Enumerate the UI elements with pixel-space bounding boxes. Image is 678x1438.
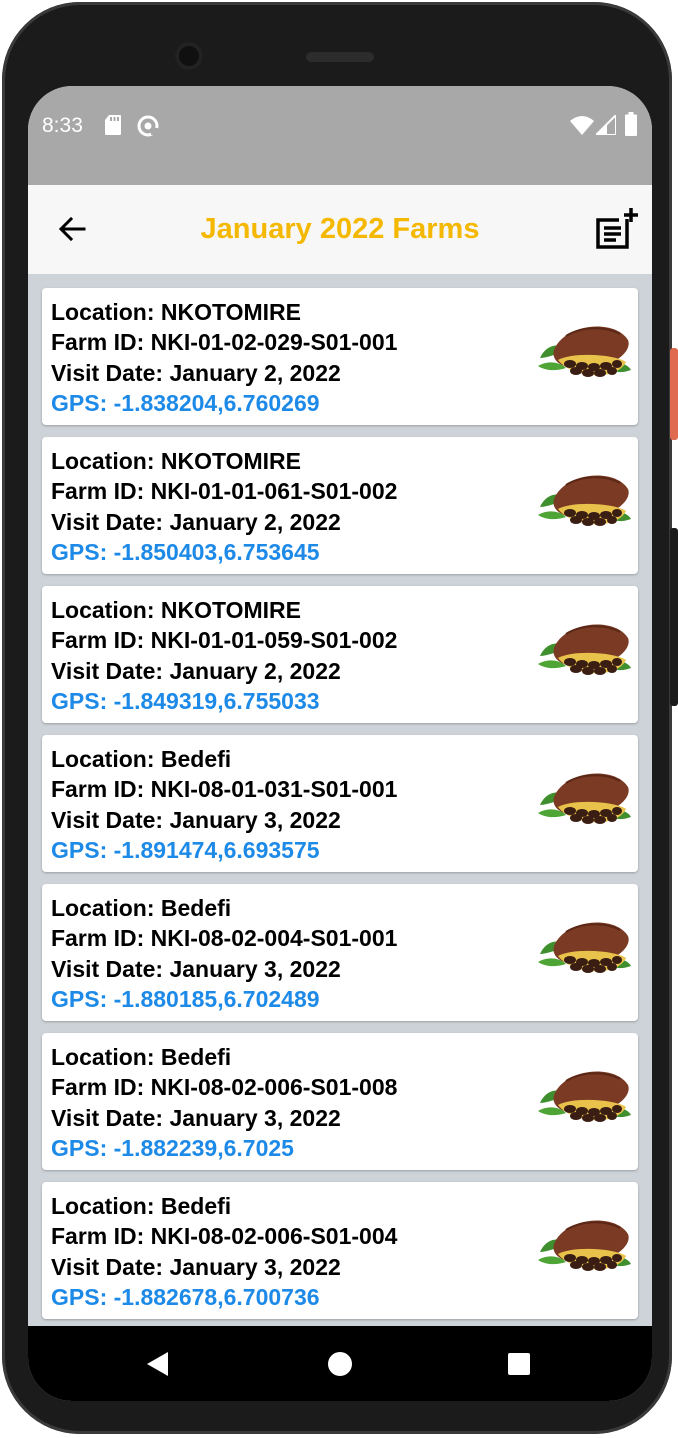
farm-card[interactable]: Location: Bedefi Farm ID: NKI-08-02-006-… bbox=[42, 1182, 638, 1319]
cocoa-pod-icon bbox=[536, 916, 632, 986]
volume-button bbox=[670, 528, 678, 706]
home-circle-icon[interactable] bbox=[310, 1326, 370, 1401]
farm-card[interactable]: Location: NKOTOMIRE Farm ID: NKI-01-01-0… bbox=[42, 437, 638, 574]
cocoa-pod-icon bbox=[536, 618, 632, 688]
page-title: January 2022 Farms bbox=[200, 213, 480, 245]
cocoa-pod-icon bbox=[536, 320, 632, 390]
cocoa-pod-icon bbox=[536, 1065, 632, 1135]
farm-location: Location: Bedefi bbox=[51, 1044, 232, 1070]
farm-visit-date: Visit Date: January 2, 2022 bbox=[51, 508, 341, 535]
farm-location: Location: NKOTOMIRE bbox=[51, 597, 302, 623]
farm-location: Location: NKOTOMIRE bbox=[51, 299, 302, 325]
status-bar: 8:33 bbox=[28, 86, 652, 185]
farm-visit-date: Visit Date: January 3, 2022 bbox=[51, 1253, 341, 1280]
farm-id: Farm ID: NKI-01-01-061-S01-002 bbox=[51, 478, 398, 505]
farm-visit-date: Visit Date: January 3, 2022 bbox=[51, 806, 341, 833]
farm-id: Farm ID: NKI-01-02-029-S01-001 bbox=[51, 329, 398, 356]
farm-visit-date: Visit Date: January 2, 2022 bbox=[51, 359, 341, 386]
farm-card[interactable]: Location: Bedefi Farm ID: NKI-08-01-031-… bbox=[42, 735, 638, 872]
battery-icon bbox=[625, 112, 637, 141]
cocoa-pod-icon bbox=[536, 1214, 632, 1284]
screen: 8:33 January 2022 Farms Location: NKOTOM… bbox=[28, 86, 652, 1401]
farm-id: Farm ID: NKI-08-02-006-S01-008 bbox=[51, 1074, 398, 1101]
farm-id: Farm ID: NKI-08-02-006-S01-004 bbox=[51, 1223, 398, 1250]
status-time: 8:33 bbox=[42, 114, 83, 137]
back-triangle-icon[interactable] bbox=[128, 1326, 188, 1401]
farm-card[interactable]: Location: Bedefi Farm ID: NKI-08-02-004-… bbox=[42, 884, 638, 1021]
farm-card[interactable]: Location: NKOTOMIRE Farm ID: NKI-01-01-0… bbox=[42, 586, 638, 723]
cocoa-pod-icon bbox=[536, 469, 632, 539]
farm-location: Location: NKOTOMIRE bbox=[51, 448, 302, 474]
farm-location: Location: Bedefi bbox=[51, 895, 232, 921]
farm-gps: GPS: -1.850403,6.753645 bbox=[51, 538, 320, 565]
sd-card-icon bbox=[104, 114, 122, 141]
farm-id: Farm ID: NKI-01-01-059-S01-002 bbox=[51, 627, 398, 654]
front-camera bbox=[175, 42, 203, 70]
farm-gps: GPS: -1.882239,6.7025 bbox=[51, 1134, 294, 1161]
farm-visit-date: Visit Date: January 2, 2022 bbox=[51, 657, 341, 684]
cocoa-pod-icon bbox=[536, 767, 632, 837]
farm-card[interactable]: Location: Bedefi Farm ID: NKI-08-02-006-… bbox=[42, 1033, 638, 1170]
earpiece-speaker bbox=[306, 52, 374, 62]
navigation-bar bbox=[28, 1326, 652, 1401]
sync-icon bbox=[136, 114, 160, 143]
power-button bbox=[670, 348, 678, 440]
farm-id: Farm ID: NKI-08-02-004-S01-001 bbox=[51, 925, 398, 952]
app-bar: January 2022 Farms bbox=[28, 185, 652, 274]
farm-location: Location: Bedefi bbox=[51, 746, 232, 772]
farm-id: Farm ID: NKI-08-01-031-S01-001 bbox=[51, 776, 398, 803]
farm-list: Location: NKOTOMIRE Farm ID: NKI-01-02-0… bbox=[42, 288, 638, 1331]
farm-location: Location: Bedefi bbox=[51, 1193, 232, 1219]
farm-gps: GPS: -1.882678,6.700736 bbox=[51, 1283, 320, 1310]
farm-visit-date: Visit Date: January 3, 2022 bbox=[51, 1104, 341, 1131]
farm-gps: GPS: -1.880185,6.702489 bbox=[51, 985, 320, 1012]
recents-square-icon[interactable] bbox=[489, 1326, 549, 1401]
cell-signal-icon bbox=[593, 112, 617, 140]
farm-gps: GPS: -1.838204,6.760269 bbox=[51, 389, 320, 416]
farm-card[interactable]: Location: NKOTOMIRE Farm ID: NKI-01-02-0… bbox=[42, 288, 638, 425]
farm-gps: GPS: -1.891474,6.693575 bbox=[51, 836, 320, 863]
wifi-icon bbox=[570, 115, 594, 140]
farm-visit-date: Visit Date: January 3, 2022 bbox=[51, 955, 341, 982]
note-add-icon[interactable] bbox=[594, 207, 640, 258]
farm-gps: GPS: -1.849319,6.755033 bbox=[51, 687, 320, 714]
phone-frame: 8:33 January 2022 Farms Location: NKOTOM… bbox=[2, 2, 672, 1434]
